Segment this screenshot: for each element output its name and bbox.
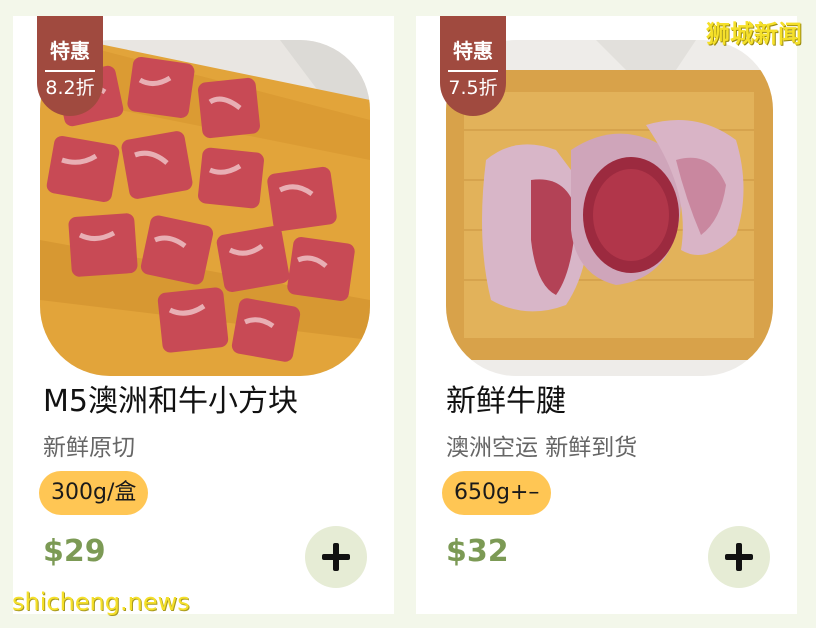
product-price: $32 — [446, 534, 509, 569]
discount-badge: 特惠 7.5折 — [440, 16, 506, 116]
product-card-wagyu[interactable]: 特惠 8.2折 M5澳洲和牛小方块 新鲜原切 300g/盒 $29 — [13, 16, 394, 614]
weight-pill: 650g+– — [442, 471, 552, 515]
product-title[interactable]: M5澳洲和牛小方块 — [43, 384, 298, 420]
badge-label: 特惠 — [50, 39, 90, 63]
weight-pill: 300g/盒 — [39, 471, 149, 515]
add-to-cart-button[interactable] — [305, 526, 367, 588]
badge-divider — [448, 70, 498, 72]
product-subtitle: 澳洲空运 新鲜到货 — [446, 435, 638, 461]
badge-discount: 7.5折 — [448, 77, 498, 99]
discount-badge: 特惠 8.2折 — [37, 16, 103, 116]
watermark-bottom: shicheng.news — [12, 588, 190, 616]
plus-icon — [725, 543, 753, 571]
plus-icon — [322, 543, 350, 571]
badge-discount: 8.2折 — [45, 77, 95, 99]
product-price: $29 — [43, 534, 106, 569]
badge-label: 特惠 — [453, 39, 493, 63]
product-title[interactable]: 新鲜牛腱 — [446, 384, 566, 420]
add-to-cart-button[interactable] — [708, 526, 770, 588]
watermark-top: 狮城新闻 — [706, 20, 802, 48]
product-subtitle: 新鲜原切 — [43, 435, 135, 461]
badge-divider — [45, 70, 95, 72]
product-card-shank[interactable]: 特惠 7.5折 新鲜牛腱 澳洲空运 新鲜到货 650g+– $32 — [416, 16, 797, 614]
